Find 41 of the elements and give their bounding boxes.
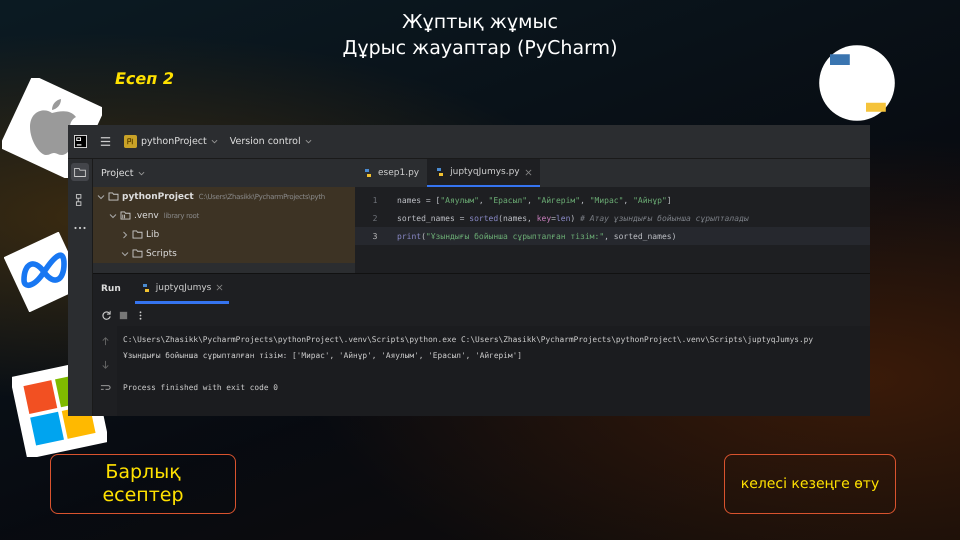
chevron-down-icon: [138, 170, 145, 176]
menu-icon[interactable]: [99, 135, 112, 148]
project-badge-icon: [124, 135, 137, 148]
tree-item[interactable]: Scripts: [93, 244, 355, 263]
slide-title: Жұптық жұмыс: [402, 10, 558, 35]
stop-icon[interactable]: [118, 310, 129, 320]
down-arrow-icon[interactable]: [100, 359, 110, 370]
tree-item[interactable]: Lib: [93, 225, 355, 244]
chevron-down-icon: [210, 139, 218, 144]
close-icon[interactable]: [524, 168, 532, 176]
code-line: names = ["Аяулым", "Ерасыл", "Айгерім", "Мирас", "Айнұр"]: [396, 196, 672, 204]
task-label: Есеп 2: [115, 69, 174, 88]
folder-icon: [132, 249, 143, 258]
rerun-icon[interactable]: [101, 310, 112, 320]
folder-icon[interactable]: [71, 163, 89, 181]
project-selector[interactable]: pythonProject: [124, 135, 218, 148]
app-logo-icon: [74, 135, 87, 148]
nav-button[interactable]: келесі кезеңге өту: [724, 454, 896, 514]
python-file-icon: [435, 167, 446, 177]
folder-icon: [108, 192, 119, 201]
library-folder-icon: [120, 211, 131, 220]
editor-tab[interactable]: esep1.py: [355, 159, 428, 187]
up-arrow-icon[interactable]: [100, 336, 110, 347]
line-number: 2: [372, 214, 378, 222]
python-file-icon: [140, 282, 151, 292]
code-line: sorted_names = sorted(names, key=len) # Атау ұзындығы бойынша сұрыпталады: [396, 214, 749, 222]
version-control-menu[interactable]: Version control: [230, 136, 312, 147]
python-file-icon: [363, 168, 373, 178]
line-number: 1: [372, 196, 378, 204]
close-icon[interactable]: [216, 284, 224, 291]
run-panel-title: Run: [101, 284, 121, 294]
editor-tab[interactable]: juptyqJumys.py: [427, 159, 540, 187]
slide-title: Дұрыс жауаптар (PyCharm): [342, 36, 618, 61]
chevron-down-icon: [304, 139, 312, 144]
run-tab[interactable]: juptyqJumys: [134, 274, 230, 304]
folder-icon: [132, 230, 143, 239]
line-number: 3: [372, 232, 378, 240]
code-line: print("Ұзындығы бойынша сұрыпталған тізім:", sorted_names): [396, 232, 676, 240]
nav-button[interactable]: Барлық есептер: [50, 454, 236, 514]
wrap-icon[interactable]: [100, 382, 110, 393]
project-panel-title[interactable]: Project: [93, 159, 355, 187]
